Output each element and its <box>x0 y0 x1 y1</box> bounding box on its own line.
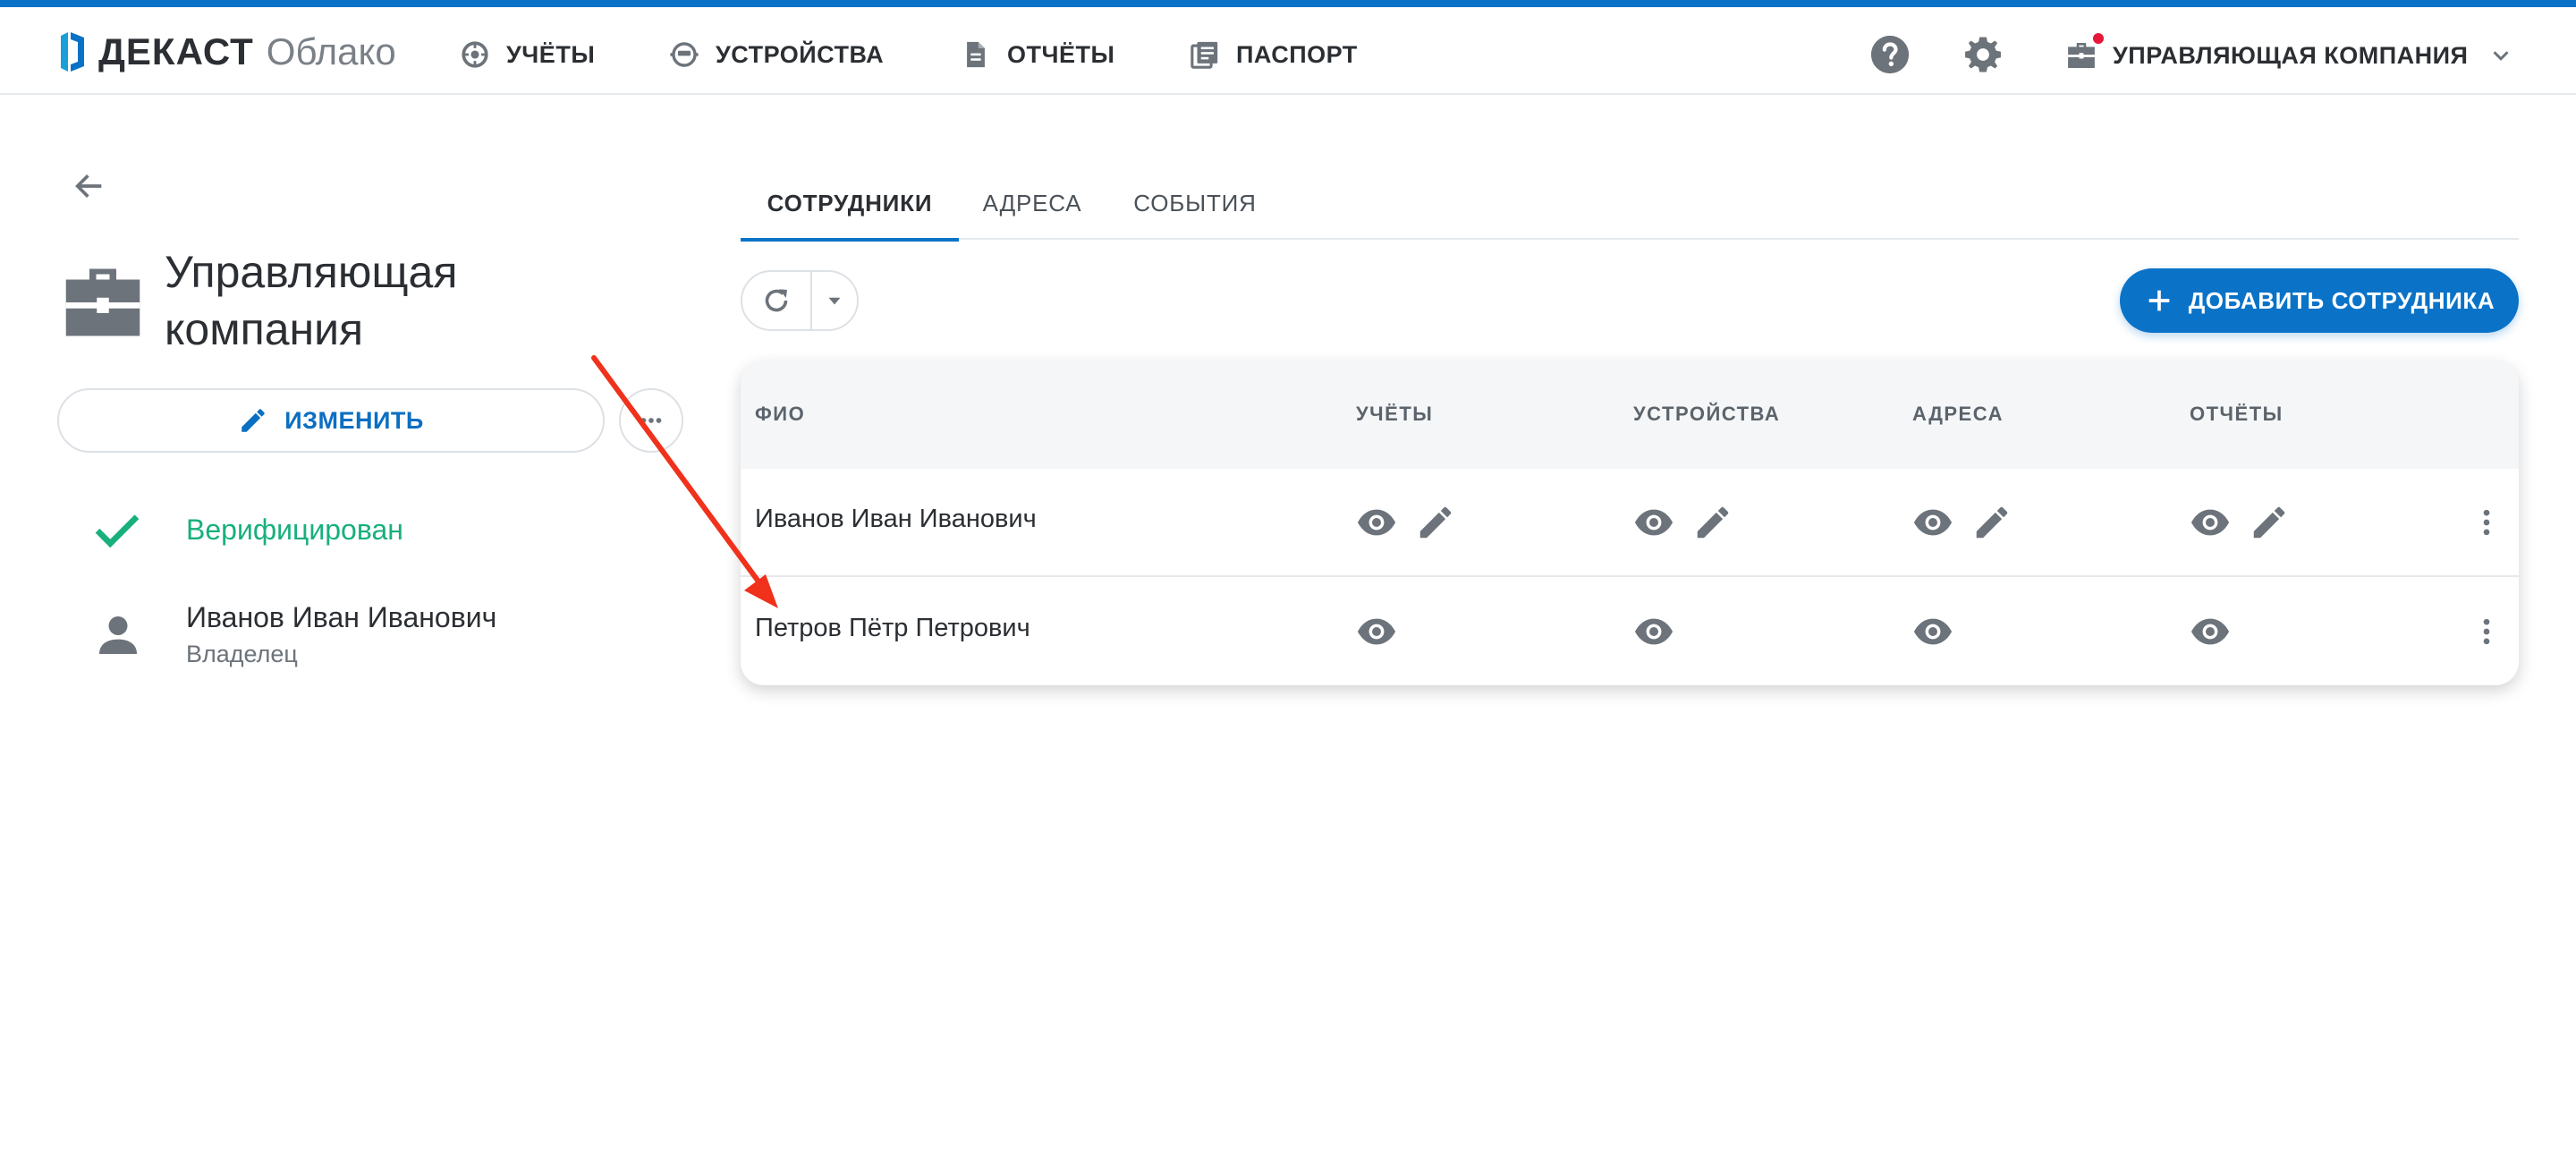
verification-status: Верифицирован <box>89 501 403 558</box>
column-header-accounts[interactable]: УЧЁТЫ <box>1356 403 1433 426</box>
owner-name: Иванов Иван Иванович <box>186 601 497 633</box>
edit-button-label: ИЗМЕНИТЬ <box>284 406 424 434</box>
refresh-button[interactable] <box>742 272 812 329</box>
logo-product: Облако <box>266 30 396 72</box>
table-row[interactable]: Петров Пётр Петрович <box>741 578 2519 685</box>
permission-cell <box>1356 496 1474 549</box>
eye-icon[interactable] <box>2190 611 2231 652</box>
page-title: Управляющая компания <box>165 247 458 354</box>
pencil-icon[interactable] <box>1415 502 1456 543</box>
more-horizontal-icon <box>640 418 662 423</box>
eye-icon[interactable] <box>1912 502 1953 543</box>
company-menu[interactable]: УПРАВЛЯЮЩАЯ КОМПАНИЯ <box>2063 29 2514 82</box>
logo-mark-icon <box>61 32 84 72</box>
refresh-options-button[interactable] <box>812 272 857 329</box>
permission-cell <box>2190 605 2249 658</box>
eye-icon[interactable] <box>1633 502 1674 543</box>
column-header-addresses[interactable]: АДРЕСА <box>1912 403 2004 426</box>
tab-events[interactable]: СОБЫТИЯ <box>1106 166 1284 240</box>
table-row[interactable]: Иванов Иван Иванович <box>741 469 2519 577</box>
permission-cell <box>1356 605 1415 658</box>
add-employee-button[interactable]: ДОБАВИТЬ СОТРУДНИКА <box>2120 268 2519 333</box>
app-header: ДЕКАСТ Облако УЧЁТЫ УСТРОЙСТВА ОТЧЁТЫ ПА… <box>0 7 2576 95</box>
more-vertical-icon[interactable] <box>2469 501 2504 544</box>
owner-role: Владелец <box>186 641 298 667</box>
refresh-group <box>741 270 859 331</box>
eye-icon[interactable] <box>1356 502 1397 543</box>
caret-down-icon <box>828 297 841 305</box>
permission-cell <box>2190 496 2308 549</box>
logo-brand: ДЕКАСТ <box>98 30 254 72</box>
nav-item-reports[interactable]: ОТЧЁТЫ <box>961 34 1114 75</box>
gauge-icon <box>462 41 488 68</box>
verification-label: Верифицирован <box>186 513 403 546</box>
table-header: ФИО УЧЁТЫ УСТРОЙСТВА АДРЕСА ОТЧЁТЫ <box>741 361 2519 469</box>
eye-icon[interactable] <box>2190 502 2231 543</box>
document-icon <box>967 41 985 68</box>
permission-cell <box>1633 496 1751 549</box>
meter-device-icon <box>670 42 699 67</box>
briefcase-icon <box>2063 31 2106 74</box>
nav-label: УЧЁТЫ <box>506 40 596 68</box>
help-icon[interactable] <box>1869 34 1911 75</box>
refresh-icon <box>765 289 788 312</box>
eye-icon[interactable] <box>1633 611 1674 652</box>
nav-item-devices[interactable]: УСТРОЙСТВА <box>669 34 884 75</box>
add-employee-label: ДОБАВИТЬ СОТРУДНИКА <box>2188 286 2496 314</box>
permission-cell <box>1912 605 1971 658</box>
column-header-name[interactable]: ФИО <box>755 403 805 426</box>
edit-button[interactable]: ИЗМЕНИТЬ <box>57 388 605 453</box>
more-vertical-icon[interactable] <box>2469 610 2504 653</box>
pencil-icon <box>242 409 265 432</box>
plus-icon <box>2148 290 2170 311</box>
tab-addresses[interactable]: АДРЕСА <box>959 166 1106 240</box>
more-actions-button[interactable] <box>619 388 683 453</box>
tab-employees[interactable]: СОТРУДНИКИ <box>741 166 959 242</box>
notification-dot <box>2091 31 2106 46</box>
eye-icon[interactable] <box>1912 611 1953 652</box>
briefcase-icon <box>65 268 140 336</box>
eye-icon[interactable] <box>1356 611 1397 652</box>
arrow-left-icon <box>75 174 102 198</box>
nav-item-accounts[interactable]: УЧЁТЫ <box>460 34 595 75</box>
nav-label: ОТЧЁТЫ <box>1007 40 1115 68</box>
pencil-icon[interactable] <box>1692 502 1733 543</box>
column-header-reports[interactable]: ОТЧЁТЫ <box>2190 403 2284 426</box>
pencil-icon[interactable] <box>1971 502 2012 543</box>
permission-cell <box>1912 496 2030 549</box>
checkmark-icon <box>95 514 140 548</box>
nav-label: УСТРОЙСТВА <box>716 40 885 68</box>
person-icon <box>99 616 137 654</box>
chevron-down-icon <box>2493 51 2510 61</box>
employees-table: ФИО УЧЁТЫ УСТРОЙСТВА АДРЕСА ОТЧЁТЫ Ивано… <box>741 361 2519 685</box>
top-accent-bar <box>0 0 2576 7</box>
company-menu-label: УПРАВЛЯЮЩАЯ КОМПАНИЯ <box>2113 41 2469 69</box>
back-button[interactable] <box>64 161 114 211</box>
passport-icon <box>1191 41 1218 69</box>
logo[interactable]: ДЕКАСТ Облако <box>59 27 396 77</box>
owner-info: Иванов Иван Иванович Владелец <box>93 598 496 671</box>
permission-cell <box>1633 605 1692 658</box>
employee-name: Петров Пётр Петрович <box>755 614 1030 642</box>
tab-bar: СОТРУДНИКИ АДРЕСА СОБЫТИЯ <box>741 166 2519 242</box>
pencil-icon[interactable] <box>2249 502 2290 543</box>
nav-item-passport[interactable]: ПАСПОРТ <box>1190 34 1358 75</box>
nav-label: ПАСПОРТ <box>1236 40 1358 68</box>
column-header-devices[interactable]: УСТРОЙСТВА <box>1633 403 1780 426</box>
employee-name: Иванов Иван Иванович <box>755 505 1037 533</box>
gear-icon[interactable] <box>1962 34 2004 75</box>
